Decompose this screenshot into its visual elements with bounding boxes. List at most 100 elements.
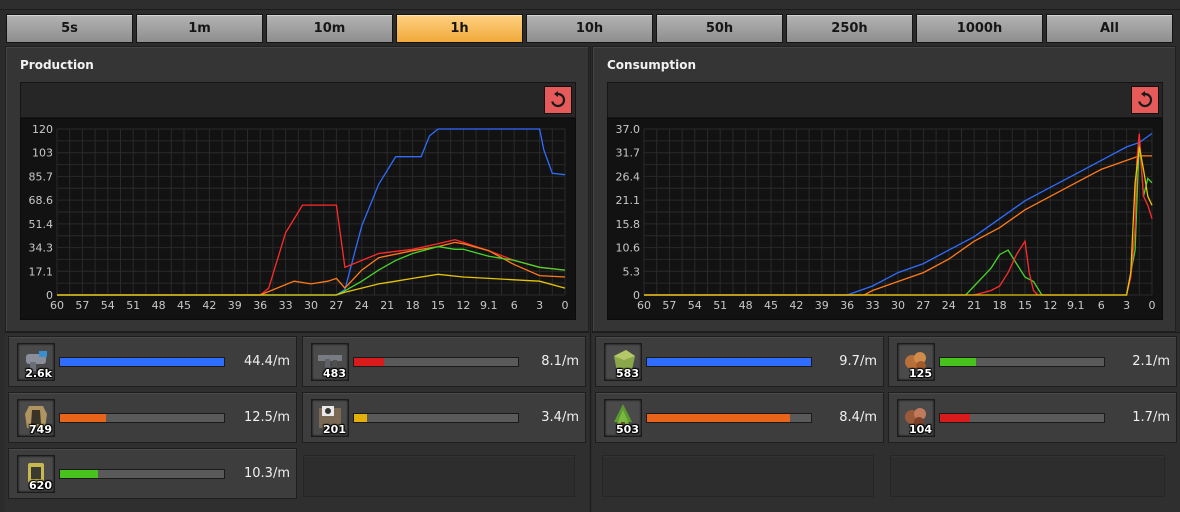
consumption-x-tick-label: 12 bbox=[1043, 299, 1057, 312]
tab-250h[interactable]: 250h bbox=[786, 14, 913, 43]
production-x-tick-label: 45 bbox=[177, 299, 191, 312]
consumption-y-tick-label: 0 bbox=[633, 289, 640, 302]
item-count: 2.6k bbox=[25, 367, 52, 380]
rate-bar bbox=[353, 357, 519, 367]
consumption-x-tick-label: 54 bbox=[688, 299, 702, 312]
consumption-x-tick-label: 21 bbox=[967, 299, 981, 312]
item-count: 749 bbox=[29, 423, 52, 436]
consumption-x-tick-label: 33 bbox=[866, 299, 880, 312]
list-item[interactable]: 201 3.4/m bbox=[302, 392, 586, 443]
consumption-y-tick-label: 5.3 bbox=[623, 265, 641, 278]
consumption-x-tick-label: 39 bbox=[815, 299, 829, 312]
production-x-tick-label: 9.1 bbox=[480, 299, 498, 312]
production-x-tick-label: 6 bbox=[511, 299, 518, 312]
production-x-tick-label: 33 bbox=[279, 299, 293, 312]
consumption-panel: Consumption 60 57 54 51 48 45 42 39 36 33 30 27 24 21… bbox=[592, 46, 1176, 332]
list-item[interactable]: 749 12.5/m bbox=[8, 392, 297, 443]
item-rate: 8.1/m bbox=[541, 354, 579, 369]
ammo-crate-icon: 201 bbox=[311, 399, 349, 437]
consumption-x-tick-label: 36 bbox=[840, 299, 854, 312]
consumption-chart-svg: 60 57 54 51 48 45 42 39 36 33 30 27 24 21 18 15 12 9.1 6 3 0… bbox=[616, 123, 1156, 312]
production-x-tick-label: 42 bbox=[202, 299, 216, 312]
consumption-x-tick-label: 57 bbox=[662, 299, 676, 312]
production-x-tick-label: 12 bbox=[456, 299, 470, 312]
consumption-x-tick-label: 27 bbox=[916, 299, 930, 312]
tab-50h[interactable]: 50h bbox=[656, 14, 783, 43]
production-reset-button[interactable] bbox=[544, 86, 572, 114]
grass-block-icon: 583 bbox=[604, 343, 642, 381]
empty-slot bbox=[890, 455, 1165, 497]
production-y-tick-label: 103 bbox=[32, 147, 53, 160]
tab-1000h[interactable]: 1000h bbox=[916, 14, 1043, 43]
list-item[interactable]: 483 8.1/m bbox=[302, 336, 586, 387]
production-x-tick-label: 27 bbox=[329, 299, 343, 312]
tab-all[interactable]: All bbox=[1046, 14, 1173, 43]
production-x-tick-label: 18 bbox=[406, 299, 420, 312]
consumption-x-tick-label: 51 bbox=[713, 299, 727, 312]
production-chart-svg: 60 57 54 51 48 45 42 39 36 33 30 27 24 21 18 15 12 9.1 6 3 0… bbox=[29, 123, 569, 312]
tree-sapling-icon: 503 bbox=[604, 399, 642, 437]
list-item[interactable]: 125 2.1/m bbox=[888, 336, 1177, 387]
production-x-tick-label: 15 bbox=[431, 299, 445, 312]
item-count: 125 bbox=[909, 367, 932, 380]
item-count: 503 bbox=[616, 423, 639, 436]
magazine-icon: 620 bbox=[17, 455, 55, 493]
rate-bar bbox=[353, 413, 519, 423]
tab-1m[interactable]: 1m bbox=[136, 14, 263, 43]
production-x-tick-label: 51 bbox=[126, 299, 140, 312]
consumption-x-tick-label: 48 bbox=[739, 299, 753, 312]
production-x-tick-label: 39 bbox=[228, 299, 242, 312]
consumption-y-tick-label: 15.8 bbox=[616, 218, 641, 231]
reset-icon bbox=[1138, 91, 1153, 108]
rate-bar bbox=[646, 413, 812, 423]
consumption-x-tick-label: 15 bbox=[1018, 299, 1032, 312]
consumption-x-tick-label: 24 bbox=[942, 299, 956, 312]
window-top-strip bbox=[0, 0, 1180, 10]
production-y-tick-label: 34.3 bbox=[29, 242, 54, 255]
rate-bar bbox=[646, 357, 812, 367]
production-panel: Production 60 57 54 51 48 45 42 39 36 33 30 27 24 21 1… bbox=[5, 46, 589, 332]
production-x-tick-label: 30 bbox=[304, 299, 318, 312]
consumption-x-tick-label: 30 bbox=[891, 299, 905, 312]
production-x-tick-label: 36 bbox=[253, 299, 267, 312]
rate-bar bbox=[59, 469, 225, 479]
rate-bar bbox=[939, 357, 1105, 367]
consumption-x-tick-label: 42 bbox=[789, 299, 803, 312]
tab-10m[interactable]: 10m bbox=[266, 14, 393, 43]
empty-slot bbox=[303, 455, 575, 497]
list-item[interactable]: 620 10.3/m bbox=[8, 448, 297, 499]
consumption-y-tick-label: 21.1 bbox=[616, 194, 641, 207]
reset-icon bbox=[551, 91, 566, 108]
item-count: 583 bbox=[616, 367, 639, 380]
armor-icon: 749 bbox=[17, 399, 55, 437]
production-y-tick-label: 68.6 bbox=[29, 194, 54, 207]
production-y-tick-label: 51.4 bbox=[29, 218, 54, 231]
consumption-y-tick-label: 10.6 bbox=[616, 242, 641, 255]
panel-divider bbox=[590, 46, 591, 512]
production-x-tick-label: 54 bbox=[101, 299, 115, 312]
production-y-tick-label: 17.1 bbox=[29, 265, 54, 278]
consumption-reset-button[interactable] bbox=[1131, 86, 1159, 114]
tab-1h[interactable]: 1h bbox=[396, 14, 523, 43]
item-count: 104 bbox=[909, 423, 932, 436]
consumption-y-tick-label: 31.7 bbox=[616, 147, 641, 160]
consumption-item-list: 583 9.7/m 125 2.1/m 503 8.4/m 104 1.7/m bbox=[592, 332, 1180, 512]
tab-10h[interactable]: 10h bbox=[526, 14, 653, 43]
list-item[interactable]: 503 8.4/m bbox=[595, 392, 884, 443]
consumption-x-tick-label: 0 bbox=[1149, 299, 1156, 312]
consumption-chart: 60 57 54 51 48 45 42 39 36 33 30 27 24 21 18 15 12 9.1 6 3 0… bbox=[607, 118, 1163, 320]
production-title: Production bbox=[20, 58, 94, 72]
consumption-y-tick-label: 26.4 bbox=[616, 170, 641, 183]
pistol-icon: 2.6k bbox=[17, 343, 55, 381]
item-count: 201 bbox=[323, 423, 346, 436]
list-item[interactable]: 104 1.7/m bbox=[888, 392, 1177, 443]
tab-5s[interactable]: 5s bbox=[6, 14, 133, 43]
consumption-x-tick-label: 45 bbox=[764, 299, 778, 312]
iron-ore-icon: 104 bbox=[897, 399, 935, 437]
production-y-tick-label: 120 bbox=[32, 123, 53, 136]
list-item[interactable]: 583 9.7/m bbox=[595, 336, 884, 387]
list-item[interactable]: 2.6k 44.4/m bbox=[8, 336, 297, 387]
item-count: 483 bbox=[323, 367, 346, 380]
empty-slot bbox=[602, 455, 874, 497]
rate-bar bbox=[939, 413, 1105, 423]
